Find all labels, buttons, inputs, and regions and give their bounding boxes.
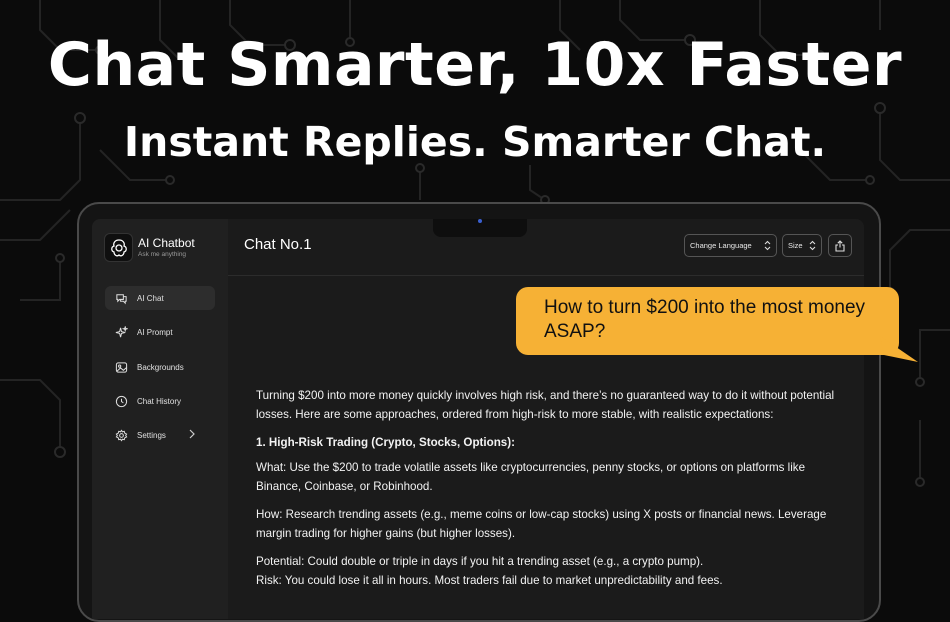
sidebar-item-backgrounds[interactable]: Backgrounds — [105, 355, 215, 379]
camera-dot — [478, 219, 482, 223]
chat-title: Chat No.1 — [244, 236, 312, 253]
bubble-tail — [880, 336, 918, 362]
language-select-label: Change Language — [690, 241, 752, 250]
response-what: What: Use the $200 to trade volatile ass… — [256, 461, 806, 493]
header-divider — [228, 275, 864, 276]
hero-title: Chat Smarter, 10x Faster — [47, 30, 903, 100]
chat-main: Chat No.1 Change Language Size Turning $… — [228, 219, 864, 619]
app-logo — [104, 233, 133, 262]
clock-icon — [115, 395, 128, 407]
updown-chevron-icon — [809, 240, 816, 251]
response-how: How: Research trending assets (e.g., mem… — [256, 508, 827, 540]
sidebar-item-label: Chat History — [137, 396, 182, 406]
chat-bubbles-icon — [116, 293, 127, 304]
sidebar-item-label: AI Chat — [137, 293, 164, 303]
updown-chevron-icon — [764, 240, 771, 251]
sidebar: AI Chatbot Ask me anything AI Chat AI Pr… — [92, 219, 228, 619]
sidebar-item-label: Backgrounds — [137, 362, 184, 372]
app-tagline: Ask me anything — [138, 251, 187, 258]
response-potential: Potential: Could double or triple in day… — [256, 555, 704, 568]
sidebar-item-ai-chat[interactable]: AI Chat — [105, 286, 215, 310]
size-select[interactable]: Size — [782, 234, 822, 257]
chevron-right-icon — [189, 429, 195, 439]
sidebar-item-chat-history[interactable]: Chat History — [105, 389, 215, 413]
share-icon — [835, 239, 845, 252]
size-select-label: Size — [788, 241, 803, 250]
app-window: AI Chatbot Ask me anything AI Chat AI Pr… — [92, 219, 864, 619]
response-risk: Risk: You could lose it all in hours. Mo… — [256, 574, 723, 587]
app-name: AI Chatbot — [138, 236, 195, 250]
sidebar-item-settings[interactable]: Settings — [105, 423, 215, 447]
share-button[interactable] — [828, 234, 852, 257]
sparkles-icon — [115, 325, 128, 337]
response-heading: 1. High-Risk Trading (Crypto, Stocks, Op… — [256, 436, 515, 449]
sidebar-item-ai-prompt[interactable]: AI Prompt — [105, 320, 215, 344]
sidebar-item-label: Settings — [137, 430, 166, 440]
response-intro: Turning $200 into more money quickly inv… — [256, 389, 835, 421]
assistant-response: Turning $200 into more money quickly inv… — [256, 386, 846, 599]
user-message-bubble: How to turn $200 into the most money ASA… — [516, 287, 899, 355]
sidebar-item-label: AI Prompt — [137, 327, 173, 337]
language-select[interactable]: Change Language — [684, 234, 777, 257]
brain-logo-icon — [110, 238, 127, 256]
gear-icon — [115, 428, 128, 442]
hero-subtitle: Instant Replies. Smarter Chat. — [123, 118, 827, 166]
image-icon — [115, 361, 128, 373]
